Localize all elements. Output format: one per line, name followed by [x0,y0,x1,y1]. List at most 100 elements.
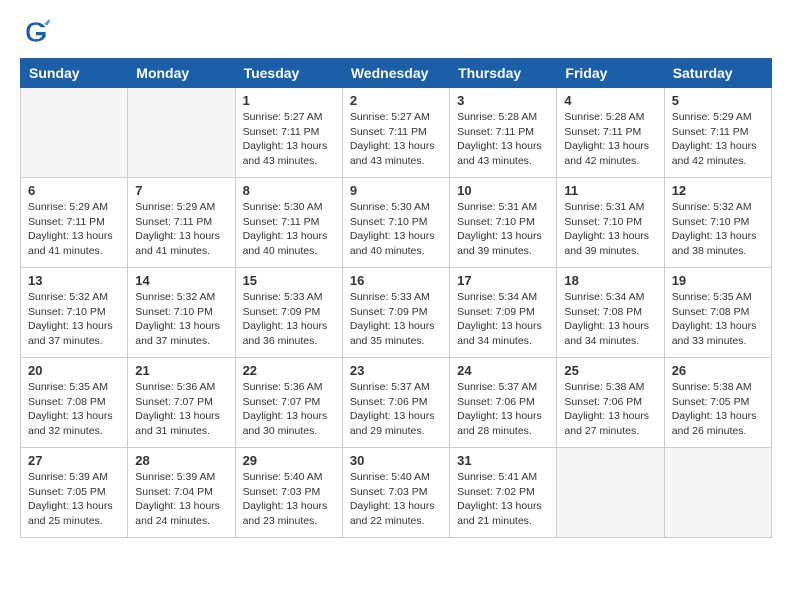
calendar-cell: 4 Sunrise: 5:28 AM Sunset: 7:11 PM Daylig… [557,88,664,178]
calendar-cell: 27 Sunrise: 5:39 AM Sunset: 7:05 PM Dayli… [21,448,128,538]
day-number: 27 [28,453,120,468]
calendar-cell: 18 Sunrise: 5:34 AM Sunset: 7:08 PM Dayli… [557,268,664,358]
day-number: 28 [135,453,227,468]
day-number: 1 [243,93,335,108]
calendar-cell: 9 Sunrise: 5:30 AM Sunset: 7:10 PM Daylig… [342,178,449,268]
calendar-header-tuesday: Tuesday [235,59,342,88]
calendar-cell: 15 Sunrise: 5:33 AM Sunset: 7:09 PM Dayli… [235,268,342,358]
day-info: Sunrise: 5:36 AM Sunset: 7:07 PM Dayligh… [243,380,335,439]
day-info: Sunrise: 5:39 AM Sunset: 7:05 PM Dayligh… [28,470,120,529]
day-info: Sunrise: 5:32 AM Sunset: 7:10 PM Dayligh… [672,200,764,259]
day-info: Sunrise: 5:38 AM Sunset: 7:06 PM Dayligh… [564,380,656,439]
calendar-cell [21,88,128,178]
calendar-cell: 6 Sunrise: 5:29 AM Sunset: 7:11 PM Daylig… [21,178,128,268]
day-info: Sunrise: 5:31 AM Sunset: 7:10 PM Dayligh… [457,200,549,259]
day-info: Sunrise: 5:38 AM Sunset: 7:05 PM Dayligh… [672,380,764,439]
day-info: Sunrise: 5:36 AM Sunset: 7:07 PM Dayligh… [135,380,227,439]
calendar-cell: 23 Sunrise: 5:37 AM Sunset: 7:06 PM Dayli… [342,358,449,448]
calendar-cell: 30Sunrise: 5:40 AM Sunset: 7:03 PM Dayli… [342,448,449,538]
day-info: Sunrise: 5:35 AM Sunset: 7:08 PM Dayligh… [28,380,120,439]
calendar-cell: 8Sunrise: 5:30 AM Sunset: 7:11 PM Daylig… [235,178,342,268]
day-info: Sunrise: 5:27 AM Sunset: 7:11 PM Dayligh… [243,110,335,169]
logo-icon [20,16,52,48]
day-number: 3 [457,93,549,108]
day-info: Sunrise: 5:29 AM Sunset: 7:11 PM Dayligh… [672,110,764,169]
calendar-cell: 22 Sunrise: 5:36 AM Sunset: 7:07 PM Dayli… [235,358,342,448]
calendar-cell: 7 Sunrise: 5:29 AM Sunset: 7:11 PM Daylig… [128,178,235,268]
calendar-header-monday: Monday [128,59,235,88]
calendar: SundayMondayTuesdayWednesdayThursdayFrid… [20,58,772,538]
day-number: 26 [672,363,764,378]
week-row-3: 13 Sunrise: 5:32 AM Sunset: 7:10 PM Dayli… [21,268,772,358]
day-number: 16 [350,273,442,288]
day-info: Sunrise: 5:27 AM Sunset: 7:11 PM Dayligh… [350,110,442,169]
day-number: 18 [564,273,656,288]
calendar-cell: 10 Sunrise: 5:31 AM Sunset: 7:10 PM Dayli… [450,178,557,268]
calendar-cell: 31Sunrise: 5:41 AM Sunset: 7:02 PM Dayli… [450,448,557,538]
calendar-header-wednesday: Wednesday [342,59,449,88]
calendar-header-saturday: Saturday [664,59,771,88]
day-info: Sunrise: 5:28 AM Sunset: 7:11 PM Dayligh… [564,110,656,169]
calendar-cell: 19 Sunrise: 5:35 AM Sunset: 7:08 PM Dayli… [664,268,771,358]
day-info: Sunrise: 5:28 AM Sunset: 7:11 PM Dayligh… [457,110,549,169]
day-info: Sunrise: 5:41 AM Sunset: 7:02 PM Dayligh… [457,470,549,529]
day-info: Sunrise: 5:39 AM Sunset: 7:04 PM Dayligh… [135,470,227,529]
day-info: Sunrise: 5:30 AM Sunset: 7:10 PM Dayligh… [350,200,442,259]
calendar-cell: 2 Sunrise: 5:27 AM Sunset: 7:11 PM Daylig… [342,88,449,178]
calendar-cell: 11 Sunrise: 5:31 AM Sunset: 7:10 PM Dayli… [557,178,664,268]
calendar-cell: 17 Sunrise: 5:34 AM Sunset: 7:09 PM Dayli… [450,268,557,358]
day-number: 17 [457,273,549,288]
day-info: Sunrise: 5:29 AM Sunset: 7:11 PM Dayligh… [135,200,227,259]
calendar-header-friday: Friday [557,59,664,88]
calendar-cell: 28 Sunrise: 5:39 AM Sunset: 7:04 PM Dayli… [128,448,235,538]
day-info: Sunrise: 5:33 AM Sunset: 7:09 PM Dayligh… [243,290,335,349]
day-info: Sunrise: 5:35 AM Sunset: 7:08 PM Dayligh… [672,290,764,349]
day-info: Sunrise: 5:30 AM Sunset: 7:11 PM Dayligh… [243,200,335,259]
day-number: 20 [28,363,120,378]
day-number: 10 [457,183,549,198]
calendar-cell: 3 Sunrise: 5:28 AM Sunset: 7:11 PM Daylig… [450,88,557,178]
day-info: Sunrise: 5:37 AM Sunset: 7:06 PM Dayligh… [350,380,442,439]
day-number: 6 [28,183,120,198]
week-row-1: 1 Sunrise: 5:27 AM Sunset: 7:11 PM Daylig… [21,88,772,178]
day-number: 29 [243,453,335,468]
calendar-header-row: SundayMondayTuesdayWednesdayThursdayFrid… [21,59,772,88]
day-info: Sunrise: 5:37 AM Sunset: 7:06 PM Dayligh… [457,380,549,439]
calendar-header-sunday: Sunday [21,59,128,88]
day-number: 19 [672,273,764,288]
day-number: 4 [564,93,656,108]
calendar-cell: 12 Sunrise: 5:32 AM Sunset: 7:10 PM Dayli… [664,178,771,268]
day-number: 23 [350,363,442,378]
day-number: 24 [457,363,549,378]
day-number: 15 [243,273,335,288]
calendar-cell: 21 Sunrise: 5:36 AM Sunset: 7:07 PM Dayli… [128,358,235,448]
day-number: 2 [350,93,442,108]
week-row-4: 20 Sunrise: 5:35 AM Sunset: 7:08 PM Dayli… [21,358,772,448]
day-info: Sunrise: 5:31 AM Sunset: 7:10 PM Dayligh… [564,200,656,259]
page-header [20,16,772,48]
calendar-cell: 5Sunrise: 5:29 AM Sunset: 7:11 PM Daylig… [664,88,771,178]
calendar-cell: 13 Sunrise: 5:32 AM Sunset: 7:10 PM Dayli… [21,268,128,358]
day-info: Sunrise: 5:34 AM Sunset: 7:08 PM Dayligh… [564,290,656,349]
day-info: Sunrise: 5:32 AM Sunset: 7:10 PM Dayligh… [135,290,227,349]
week-row-5: 27 Sunrise: 5:39 AM Sunset: 7:05 PM Dayli… [21,448,772,538]
day-info: Sunrise: 5:32 AM Sunset: 7:10 PM Dayligh… [28,290,120,349]
day-number: 12 [672,183,764,198]
day-number: 30 [350,453,442,468]
day-number: 13 [28,273,120,288]
day-number: 9 [350,183,442,198]
day-number: 22 [243,363,335,378]
calendar-cell [557,448,664,538]
day-number: 11 [564,183,656,198]
calendar-cell [664,448,771,538]
day-number: 7 [135,183,227,198]
week-row-2: 6 Sunrise: 5:29 AM Sunset: 7:11 PM Daylig… [21,178,772,268]
calendar-cell: 14Sunrise: 5:32 AM Sunset: 7:10 PM Dayli… [128,268,235,358]
calendar-cell: 20 Sunrise: 5:35 AM Sunset: 7:08 PM Dayli… [21,358,128,448]
calendar-cell: 25Sunrise: 5:38 AM Sunset: 7:06 PM Dayli… [557,358,664,448]
day-number: 21 [135,363,227,378]
day-info: Sunrise: 5:29 AM Sunset: 7:11 PM Dayligh… [28,200,120,259]
calendar-cell: 26 Sunrise: 5:38 AM Sunset: 7:05 PM Dayli… [664,358,771,448]
day-info: Sunrise: 5:34 AM Sunset: 7:09 PM Dayligh… [457,290,549,349]
day-info: Sunrise: 5:40 AM Sunset: 7:03 PM Dayligh… [243,470,335,529]
